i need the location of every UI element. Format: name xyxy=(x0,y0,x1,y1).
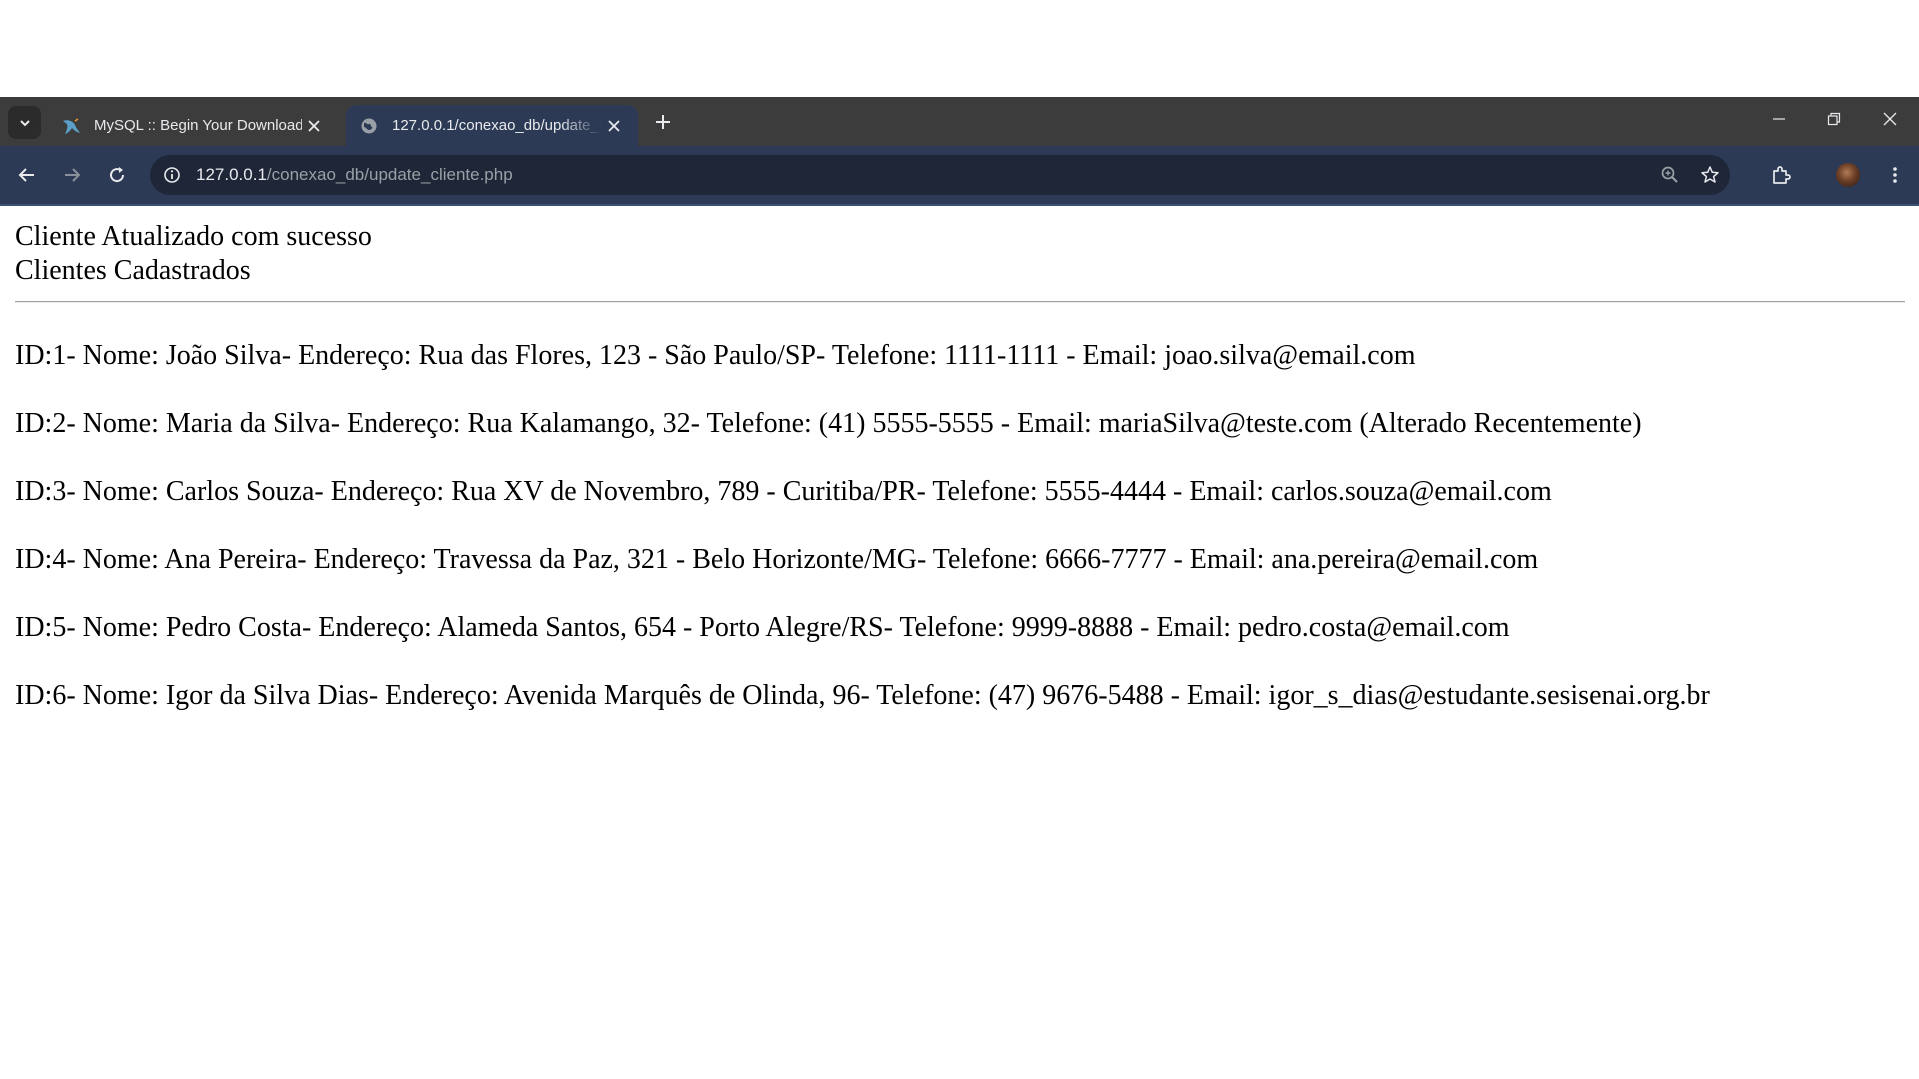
profile-avatar[interactable] xyxy=(1836,163,1860,187)
url-text[interactable]: 127.0.0.1/conexao_db/update_cliente.php xyxy=(196,165,513,185)
close-icon[interactable] xyxy=(302,114,326,138)
zoom-icon[interactable] xyxy=(1658,163,1682,187)
tab-update-cliente[interactable]: 127.0.0.1/conexao_db/update_cliente.php xyxy=(346,105,638,146)
address-bar[interactable]: 127.0.0.1/conexao_db/update_cliente.php xyxy=(150,155,1730,195)
kebab-menu-icon xyxy=(1893,167,1897,183)
browser-toolbar: 127.0.0.1/conexao_db/update_cliente.php xyxy=(0,146,1919,204)
globe-icon xyxy=(358,115,380,137)
client-row: ID:4- Nome: Ana Pereira- Endereço: Trave… xyxy=(15,544,1539,575)
plus-icon xyxy=(656,115,670,129)
arrow-right-icon xyxy=(65,168,81,182)
chevron-down-icon xyxy=(19,119,30,126)
minimize-icon xyxy=(1773,118,1785,120)
bookmark-star-icon[interactable] xyxy=(1698,163,1722,187)
tab-search-button[interactable] xyxy=(8,106,41,139)
screen-margin xyxy=(0,0,1919,97)
site-info-icon[interactable] xyxy=(160,163,184,187)
client-row: ID:5- Nome: Pedro Costa- Endereço: Alame… xyxy=(15,612,1510,643)
reload-button[interactable] xyxy=(102,160,132,190)
toolbar-divider xyxy=(0,204,1919,206)
client-row: ID:3- Nome: Carlos Souza- Endereço: Rua … xyxy=(15,476,1552,507)
tab-strip: MySQL :: Begin Your Download 127.0.0.1/c… xyxy=(0,97,1919,146)
new-tab-button[interactable] xyxy=(650,109,676,135)
close-window-button[interactable] xyxy=(1872,105,1908,133)
client-list: ID:1- Nome: João Silva- Endereço: Rua da… xyxy=(15,339,1905,747)
page-heading: Clientes Cadastrados xyxy=(15,255,251,286)
close-icon[interactable] xyxy=(602,114,626,138)
reload-icon xyxy=(110,167,125,183)
tab-mysql[interactable]: MySQL :: Begin Your Download xyxy=(48,105,338,146)
mysql-dolphin-icon xyxy=(60,115,82,137)
restore-button[interactable] xyxy=(1816,105,1852,133)
client-row: ID:2- Nome: Maria da Silva- Endereço: Ru… xyxy=(15,408,1642,439)
success-message: Cliente Atualizado com sucesso xyxy=(15,221,372,252)
minimize-button[interactable] xyxy=(1761,105,1797,133)
page-content: Cliente Atualizado com sucesso Clientes … xyxy=(15,220,1905,747)
extensions-button[interactable] xyxy=(1766,160,1796,190)
forward-button[interactable] xyxy=(57,160,87,190)
client-row: ID:1- Nome: João Silva- Endereço: Rua da… xyxy=(15,340,1416,371)
back-button[interactable] xyxy=(12,160,42,190)
url-host: 127.0.0.1 xyxy=(196,165,267,184)
restore-icon xyxy=(1827,112,1841,126)
tab-title: MySQL :: Begin Your Download xyxy=(94,117,302,134)
client-row: ID:6- Nome: Igor da Silva Dias- Endereço… xyxy=(15,680,1710,711)
url-path: /conexao_db/update_cliente.php xyxy=(266,165,513,184)
arrow-left-icon xyxy=(18,168,34,182)
puzzle-icon xyxy=(1773,166,1791,184)
horizontal-rule xyxy=(15,301,1905,303)
close-icon xyxy=(1883,112,1897,126)
browser-menu-button[interactable] xyxy=(1880,160,1910,190)
tab-title: 127.0.0.1/conexao_db/update_cliente.php xyxy=(392,117,602,134)
